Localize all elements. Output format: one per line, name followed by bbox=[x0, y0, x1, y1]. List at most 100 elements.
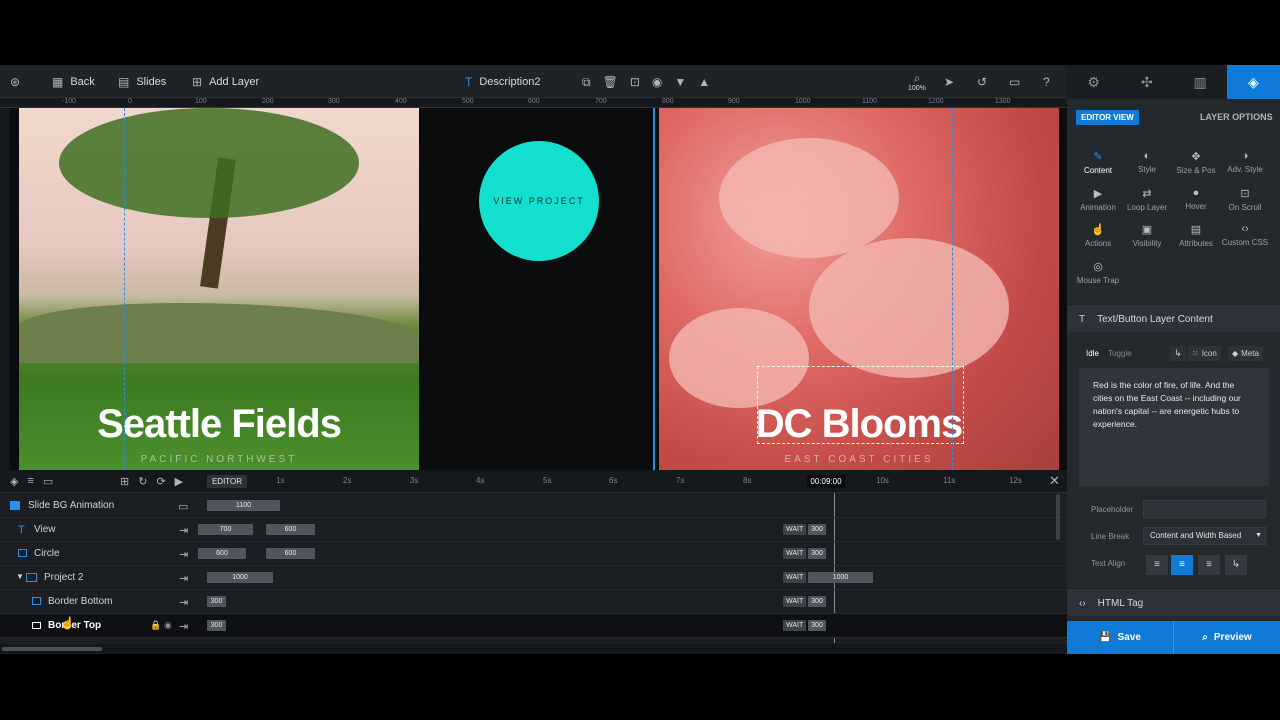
chevron-up-icon[interactable]: ▲ bbox=[698, 76, 710, 88]
meta-button[interactable]: ◆ Meta bbox=[1228, 346, 1263, 361]
loop-layer-tab[interactable]: ⇄ Loop Layer bbox=[1121, 187, 1173, 212]
size-pos-tab[interactable]: ✥ Size & Pos bbox=[1170, 150, 1222, 175]
timeline-row[interactable]: ▼ Project 2 ⇥ 1000 WAIT 1000 bbox=[0, 566, 1067, 590]
arrow-icon[interactable]: ⇥ bbox=[179, 620, 188, 633]
adv-style-tab[interactable]: ◑ Adv. Style bbox=[1219, 150, 1271, 174]
lock-icon[interactable]: ⊡ bbox=[630, 76, 640, 88]
modules-icon[interactable]: ✣ bbox=[1120, 65, 1173, 99]
arrow-icon[interactable]: ⇥ bbox=[179, 596, 188, 609]
line-break-select[interactable]: Content and Width Based ▼ bbox=[1143, 527, 1266, 545]
folder-icon[interactable]: ▭ bbox=[43, 475, 53, 488]
drop-icon: ◑ bbox=[1241, 150, 1249, 162]
html-tag-section[interactable]: ‹› HTML Tag bbox=[1067, 590, 1280, 616]
horizontal-ruler: -100 0 100 200 300 400 500 600 700 800 9… bbox=[0, 98, 1067, 108]
slides-button[interactable]: ▤ Slides bbox=[118, 65, 166, 98]
timeline-row[interactable]: T View ⇥ 700 600 WAIT 300 bbox=[0, 518, 1067, 542]
delete-icon[interactable]: 🗑 bbox=[603, 76, 618, 88]
idle-tab[interactable]: Idle bbox=[1086, 349, 1099, 358]
vertical-scrollbar[interactable] bbox=[1056, 494, 1060, 540]
slider-canvas[interactable]: Seattle Fields PACIFIC NORTHWEST VIEW PR… bbox=[10, 108, 1067, 470]
shape-icon bbox=[18, 549, 27, 557]
desktop-icon[interactable]: ▭ bbox=[1009, 65, 1020, 98]
on-scroll-tab[interactable]: ⊡ On Scroll bbox=[1219, 187, 1271, 212]
timeline-row[interactable]: Border Bottom ⇥ 300 WAIT 300 bbox=[0, 590, 1067, 614]
layers-icon[interactable]: ◈ bbox=[10, 475, 18, 488]
layer-actions: ⧉ 🗑 ⊡ ◉ ▼ ▲ bbox=[582, 65, 710, 98]
top-toolbar: ⊛ ▦ Back ▤ Slides ⊞ Add Layer T Description2… bbox=[0, 65, 1067, 98]
toggle-tab[interactable]: Toggle bbox=[1108, 349, 1132, 358]
save-button[interactable]: 💾 Save bbox=[1067, 621, 1173, 654]
slide-icon[interactable]: ▭ bbox=[178, 500, 188, 513]
help-icon[interactable]: ? bbox=[1043, 65, 1050, 98]
visibility-tab[interactable]: ▣ Visibility bbox=[1121, 223, 1173, 248]
columns-icon[interactable]: ▥ bbox=[1174, 65, 1227, 99]
layer-name[interactable]: T Description2 bbox=[465, 65, 540, 98]
add-layer-button[interactable]: ⊞ Add Layer bbox=[192, 65, 259, 98]
slide-title[interactable]: DC Blooms bbox=[659, 402, 1059, 447]
content-tab[interactable]: ✎ Content bbox=[1072, 150, 1124, 175]
timeline-row[interactable]: Circle ⇥ 600 600 WAIT 300 bbox=[0, 542, 1067, 566]
chevron-down-icon[interactable]: ▼ bbox=[674, 76, 686, 88]
align-right-button[interactable]: ≡ bbox=[1198, 555, 1220, 575]
time-marker[interactable]: 00:09:00 bbox=[807, 475, 845, 488]
loop-icon: ⇄ bbox=[1142, 188, 1152, 200]
view-project-circle[interactable]: VIEW PROJECT bbox=[479, 141, 599, 261]
zoom-control[interactable]: ⌕ 100% bbox=[908, 65, 926, 98]
slide-subtitle[interactable]: PACIFIC NORTHWEST bbox=[19, 454, 419, 465]
layers-icon[interactable]: ◈ bbox=[1226, 65, 1280, 99]
undo-icon[interactable]: ↺ bbox=[977, 65, 987, 98]
caret-down-icon[interactable]: ▼ bbox=[16, 572, 24, 581]
timeline-row-selected[interactable]: Border Top 🔒 ◉ ⇥ 300 WAIT 300 bbox=[0, 614, 1067, 638]
mouse-trap-tab[interactable]: ◎ Mouse Trap bbox=[1072, 260, 1124, 285]
guide-line bbox=[952, 108, 953, 470]
animation-tab[interactable]: ▶ Animation bbox=[1072, 187, 1124, 212]
align-center-button[interactable]: ≡ bbox=[1171, 555, 1193, 575]
custom-css-tab[interactable]: ‹› Custom CSS bbox=[1219, 223, 1271, 247]
save-icon: 💾 bbox=[1099, 632, 1112, 643]
horizontal-scrollbar[interactable] bbox=[2, 647, 102, 651]
loop-icon[interactable]: ↻ bbox=[138, 475, 147, 488]
slide-subtitle[interactable]: EAST COAST CITIES bbox=[659, 454, 1059, 465]
editor-tab[interactable]: EDITOR bbox=[207, 475, 247, 488]
style-tab[interactable]: ◐ Style bbox=[1121, 150, 1173, 174]
slide-title[interactable]: Seattle Fields bbox=[19, 402, 419, 447]
hover-tab[interactable]: ● Hover bbox=[1170, 187, 1222, 211]
visibility-icon: ▣ bbox=[1141, 224, 1153, 236]
arrow-icon[interactable]: ⇥ bbox=[179, 548, 188, 561]
group-icon bbox=[26, 573, 37, 582]
attributes-tab[interactable]: ▤ Attributes bbox=[1170, 223, 1222, 248]
placeholder-input[interactable] bbox=[1143, 500, 1266, 518]
mouse-cursor-icon: ☝ bbox=[60, 616, 75, 630]
actions-tab[interactable]: ☝ Actions bbox=[1072, 223, 1124, 248]
grid-icon[interactable]: ⊞ bbox=[120, 475, 129, 488]
content-textarea[interactable]: Red is the color of fire, of life. And t… bbox=[1079, 368, 1269, 486]
text-button-content-section[interactable]: T Text/Button Layer Content bbox=[1067, 306, 1280, 332]
lock-icon[interactable]: 🔒 bbox=[150, 620, 161, 631]
eye-icon[interactable]: ◉ bbox=[164, 620, 172, 631]
copy-icon[interactable]: ⧉ bbox=[582, 76, 591, 88]
slide-seattle-fields[interactable]: Seattle Fields PACIFIC NORTHWEST bbox=[19, 108, 419, 470]
wordpress-icon[interactable]: ⊛ bbox=[10, 65, 20, 98]
gear-icon[interactable]: ⚙ bbox=[1067, 65, 1120, 99]
align-inherit-button[interactable]: ↳ bbox=[1225, 555, 1247, 575]
arrow-icon[interactable]: ⇥ bbox=[179, 524, 188, 537]
cursor-icon[interactable]: ➤ bbox=[944, 65, 954, 98]
refresh-icon[interactable]: ⟳ bbox=[156, 475, 165, 488]
layer-options-title: LAYER OPTIONS bbox=[1200, 112, 1273, 122]
list-icon[interactable]: ≡ bbox=[27, 475, 33, 488]
tag-icon: ▤ bbox=[1190, 224, 1202, 236]
palette-icon: ◐ bbox=[1143, 150, 1151, 162]
editor-view-badge[interactable]: EDITOR VIEW bbox=[1076, 110, 1139, 125]
arrow-icon[interactable]: ⇥ bbox=[179, 572, 188, 585]
hand-icon: ☝ bbox=[1091, 224, 1105, 236]
timeline-row[interactable]: Slide BG Animation ▭ 1100 bbox=[0, 494, 1067, 518]
eye-icon[interactable]: ◉ bbox=[652, 76, 662, 88]
icon-button[interactable]: ⁙ Icon bbox=[1188, 346, 1221, 361]
align-left-button[interactable]: ≡ bbox=[1146, 555, 1168, 575]
close-icon[interactable]: ✕ bbox=[1049, 473, 1060, 489]
preview-button[interactable]: ⌕ Preview bbox=[1173, 621, 1280, 654]
play-icon[interactable]: ▶ bbox=[175, 475, 183, 488]
back-button[interactable]: ▦ Back bbox=[52, 65, 95, 98]
slide-dc-blooms[interactable]: DC Blooms EAST COAST CITIES bbox=[659, 108, 1059, 470]
line-break-icon[interactable]: ↳ bbox=[1170, 346, 1186, 361]
